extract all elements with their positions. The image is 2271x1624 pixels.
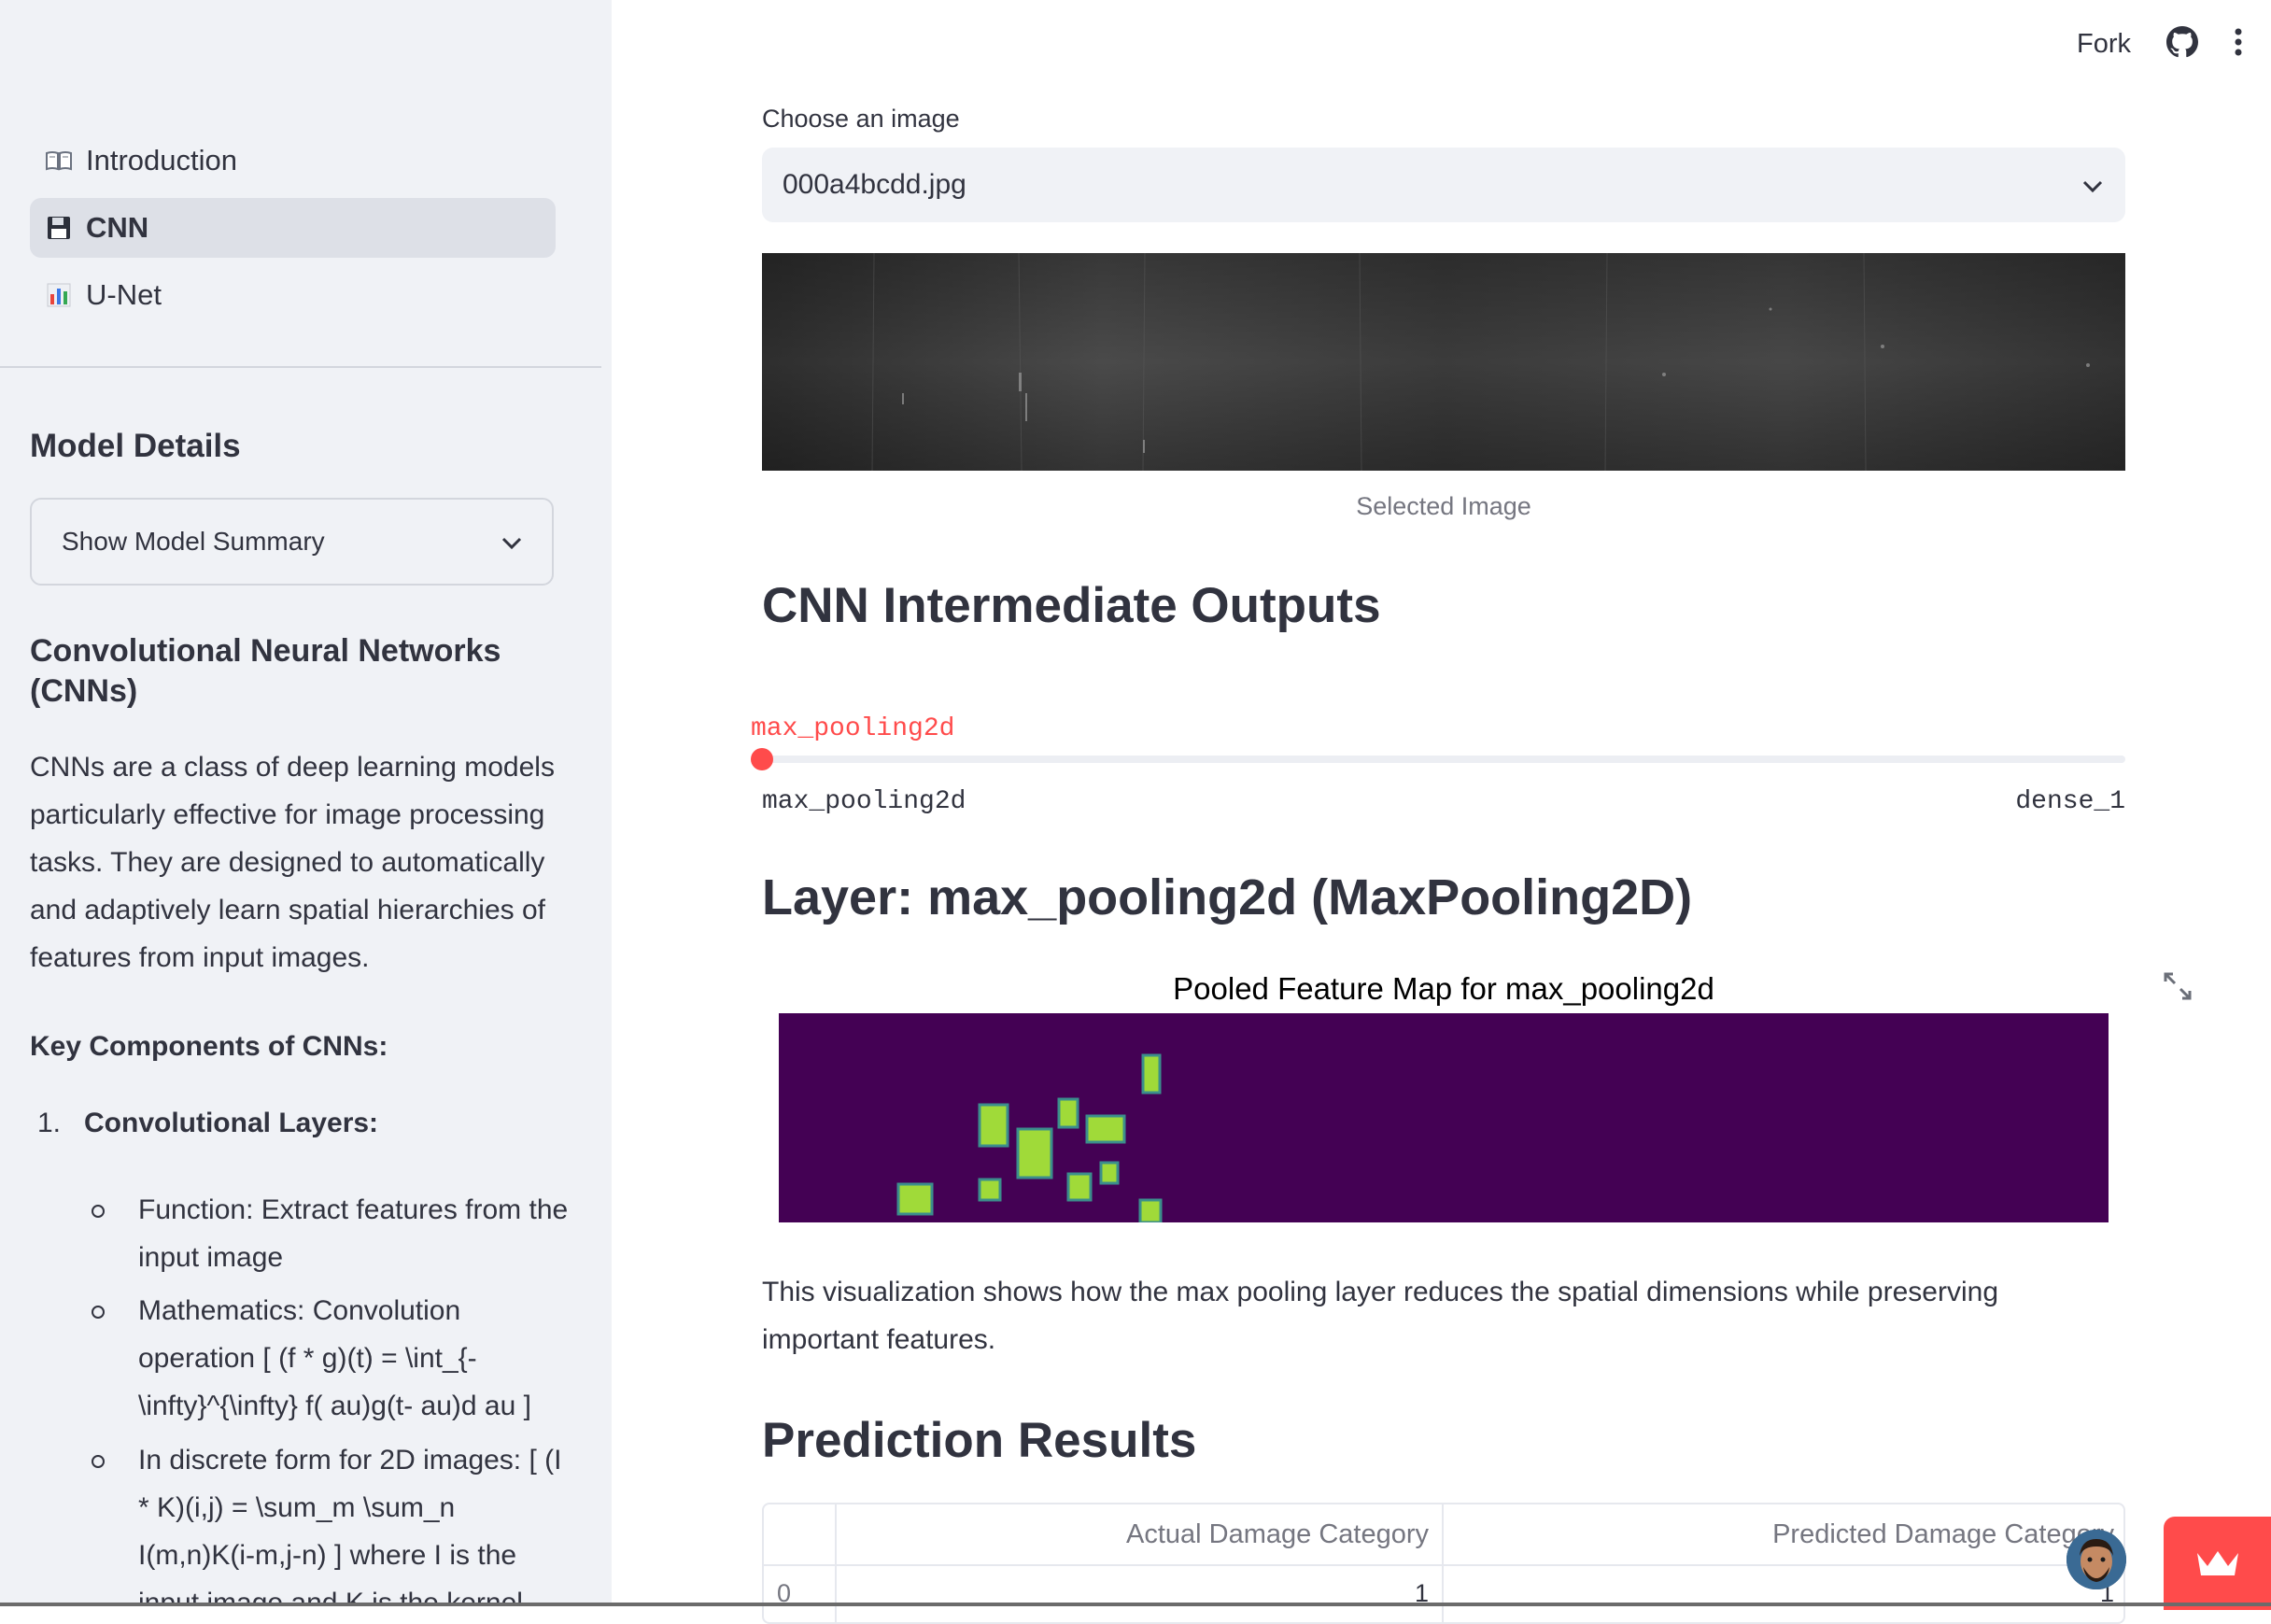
table-cell-actual: 1 bbox=[837, 1566, 1444, 1622]
chevron-down-icon bbox=[2082, 169, 2103, 201]
sidebar-item-label: CNN bbox=[86, 211, 149, 244]
selected-image bbox=[762, 252, 2125, 472]
bullet bbox=[92, 1455, 105, 1468]
streamlit-crown-badge[interactable] bbox=[2164, 1517, 2271, 1610]
layer-heading: Layer: max_pooling2d (MaxPooling2D) bbox=[762, 869, 1693, 925]
choose-image-label: Choose an image bbox=[762, 105, 960, 133]
model-summary-label: Show Model Summary bbox=[62, 527, 325, 556]
bullet bbox=[92, 1306, 105, 1319]
table-row-index: 0 bbox=[764, 1566, 837, 1622]
list-number: 1. bbox=[37, 1108, 62, 1138]
prediction-results-heading: Prediction Results bbox=[762, 1413, 1197, 1468]
bullet bbox=[92, 1205, 105, 1218]
slider-current-value: max_pooling2d bbox=[751, 714, 955, 743]
image-select[interactable]: 000a4bcdd.jpg bbox=[762, 148, 2125, 222]
cnn-heading: Convolutional Neural Networks (CNNs) bbox=[30, 633, 501, 709]
sidebar-item-cnn[interactable]: CNN bbox=[30, 198, 556, 258]
kebab-menu-icon[interactable] bbox=[2234, 28, 2243, 61]
sidebar-item-u-net[interactable]: U-Net bbox=[30, 265, 556, 325]
layer-slider-thumb[interactable] bbox=[751, 748, 773, 770]
figure-title: Pooled Feature Map for max_pooling2d bbox=[1173, 971, 1714, 1006]
layer-slider-track[interactable] bbox=[762, 756, 2125, 763]
slider-min-label: max_pooling2d bbox=[762, 787, 966, 816]
table-header-index bbox=[764, 1504, 837, 1566]
table-cell-predicted: 1 bbox=[2099, 1579, 2114, 1607]
model-summary-select[interactable]: Show Model Summary bbox=[30, 498, 554, 586]
sidebar-item-introduction[interactable]: Introduction bbox=[30, 131, 556, 191]
model-details-heading: Model Details bbox=[30, 428, 241, 464]
list-item: 1. Convolutional Layers: bbox=[37, 1108, 378, 1139]
avatar[interactable] bbox=[2066, 1530, 2126, 1589]
slider-max-label: dense_1 bbox=[2015, 787, 2125, 816]
fullscreen-expand-icon[interactable] bbox=[2163, 971, 2193, 1006]
key-components-heading: Key Components of CNNs: bbox=[30, 1031, 388, 1062]
fork-link[interactable]: Fork bbox=[2077, 29, 2131, 60]
book-icon bbox=[45, 147, 73, 175]
sub-item-text: Mathematics: Convolution operation [ (f … bbox=[138, 1295, 531, 1421]
chevron-down-icon bbox=[501, 527, 522, 557]
list-item-label: Convolutional Layers: bbox=[84, 1108, 379, 1138]
visualization-description: This visualization shows how the max poo… bbox=[762, 1277, 1998, 1355]
image-select-value: 000a4bcdd.jpg bbox=[783, 169, 966, 200]
sidebar-item-label: U-Net bbox=[86, 278, 162, 311]
table-header-actual: Actual Damage Category bbox=[837, 1504, 1444, 1566]
window-bottom-border bbox=[0, 1603, 2271, 1606]
sub-item-text: Function: Extract features from the inpu… bbox=[138, 1194, 569, 1273]
cnn-paragraph: CNNs are a class of deep learning models… bbox=[30, 752, 555, 973]
image-caption: Selected Image bbox=[1356, 492, 1531, 520]
sidebar-nav: Introduction CNN U-Net bbox=[30, 131, 556, 332]
sub-item-text: In discrete form for 2D images: [ (I * K… bbox=[138, 1445, 562, 1606]
sidebar: Introduction CNN U-Net Model Details Sho… bbox=[0, 0, 612, 1606]
table-header-predicted: Predicted Damage Category bbox=[1444, 1504, 2123, 1566]
github-icon[interactable] bbox=[2166, 26, 2198, 63]
intermediate-outputs-heading: CNN Intermediate Outputs bbox=[762, 578, 1381, 633]
sidebar-item-label: Introduction bbox=[86, 144, 237, 177]
crown-icon bbox=[2196, 1551, 2238, 1575]
bar-chart-icon bbox=[45, 281, 73, 309]
pooled-feature-map bbox=[779, 1013, 2109, 1222]
floppy-disk-icon bbox=[45, 214, 73, 242]
sidebar-divider bbox=[0, 366, 601, 368]
header-toolbar: Fork bbox=[2077, 26, 2243, 63]
